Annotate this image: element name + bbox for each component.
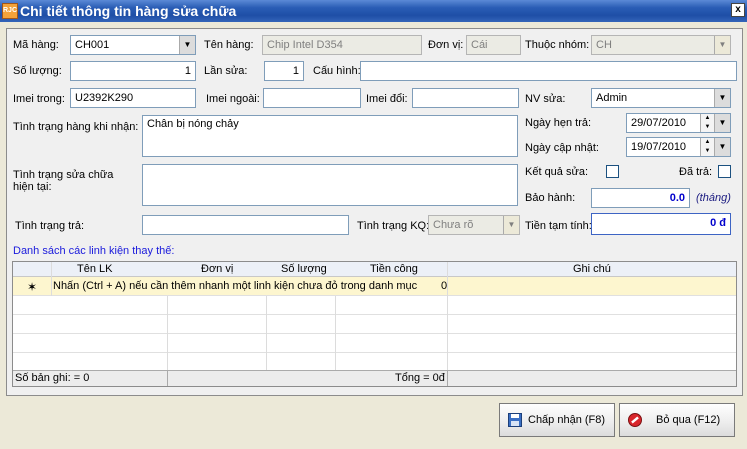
tinh-trang-kq-value: Chưa rõ xyxy=(433,219,474,231)
spinner-icon[interactable]: ▲ ▼ xyxy=(700,114,714,132)
window-title: Chi tiết thông tin hàng sửa chữa xyxy=(20,3,237,19)
cancel-button[interactable]: Bỏ qua (F12) xyxy=(619,403,735,437)
no-entry-icon xyxy=(628,413,642,427)
ma-hang-select[interactable]: CH001 ▼ xyxy=(70,35,196,55)
chevron-down-icon: ▼ xyxy=(503,216,519,234)
ket-qua-sua-label: Kết quả sửa: xyxy=(525,166,589,178)
imei-ngoai-input[interactable] xyxy=(263,88,361,108)
nv-sua-value: Admin xyxy=(596,92,628,104)
cau-hinh-input[interactable] xyxy=(360,61,737,81)
floppy-disk-icon xyxy=(508,413,522,427)
tinh-trang-sua-label: Tình trạng sửa chữa hiện tại: xyxy=(13,169,114,193)
thuoc-nhom-select: CH ▼ xyxy=(591,35,731,55)
footer-divider xyxy=(167,371,168,386)
ngay-cap-nhat-value: 19/07/2010 xyxy=(631,141,687,153)
chevron-down-icon[interactable]: ▼ xyxy=(714,89,730,107)
don-vi-label: Đơn vị: xyxy=(428,39,464,51)
column-header-so-luong[interactable]: Số lượng xyxy=(281,263,327,275)
grid-divider xyxy=(335,296,336,371)
new-row[interactable]: ✶ Nhấn (Ctrl + A) nếu cần thêm nhanh một… xyxy=(13,277,736,296)
column-header-ten-lk[interactable]: Tên LK xyxy=(77,263,112,275)
record-count: Số bản ghi: = 0 xyxy=(15,372,90,384)
don-vi-field: Cái xyxy=(466,35,521,55)
footer-divider xyxy=(447,371,448,386)
title-bar: RJC Chi tiết thông tin hàng sửa chữa x xyxy=(0,0,747,22)
ma-hang-value: CH001 xyxy=(75,39,110,51)
tien-tam-tinh-field: 0 đ xyxy=(591,213,731,235)
bao-hanh-input[interactable]: 0.0 xyxy=(591,188,690,208)
so-luong-label: Số lượng: xyxy=(13,65,62,77)
tinh-trang-nhan-label: Tình trạng hàng khi nhận: xyxy=(13,121,139,133)
bao-hanh-unit: (tháng) xyxy=(696,192,731,204)
grid-divider xyxy=(447,262,448,371)
tinh-trang-nhan-textarea[interactable]: Chân bị nóng chảy xyxy=(142,115,518,157)
tinh-trang-kq-select: Chưa rõ ▼ xyxy=(428,215,520,235)
lan-sua-label: Lần sửa: xyxy=(204,65,248,77)
imei-trong-label: Imei trong: xyxy=(13,93,65,105)
tinh-trang-kq-label: Tình trạng KQ: xyxy=(357,220,430,232)
da-tra-label: Đã trả: xyxy=(679,166,713,178)
da-tra-checkbox[interactable] xyxy=(718,165,731,178)
grid-divider xyxy=(167,296,168,371)
ket-qua-sua-checkbox[interactable] xyxy=(606,165,619,178)
cau-hinh-label: Cấu hình: xyxy=(313,65,361,77)
grid-divider xyxy=(266,296,267,371)
chevron-down-icon[interactable]: ▼ xyxy=(714,138,730,156)
new-row-hint: Nhấn (Ctrl + A) nếu cần thêm nhanh một l… xyxy=(53,280,418,292)
column-header-don-vi[interactable]: Đơn vị xyxy=(201,263,233,275)
grid-divider xyxy=(51,262,52,296)
tinh-trang-tra-input[interactable] xyxy=(142,215,349,235)
nv-sua-select[interactable]: Admin ▼ xyxy=(591,88,731,108)
lan-sua-input[interactable]: 1 xyxy=(264,61,304,81)
spinner-icon[interactable]: ▲ ▼ xyxy=(700,138,714,156)
thuoc-nhom-value: CH xyxy=(596,39,612,51)
ma-hang-label: Mã hàng: xyxy=(13,39,59,51)
table-row[interactable] xyxy=(13,296,736,315)
app-logo-icon: RJC xyxy=(2,3,18,19)
tien-tam-tinh-label: Tiền tạm tính: xyxy=(525,220,592,232)
parts-grid[interactable]: Tên LK Đơn vị Số lượng Tiền công Ghi chú… xyxy=(12,261,737,387)
chevron-down-icon: ▼ xyxy=(714,36,730,54)
column-header-ghi-chu[interactable]: Ghi chú xyxy=(573,263,611,275)
grid-title: Danh sách các linh kiện thay thế: xyxy=(13,245,175,257)
chevron-down-icon[interactable]: ▼ xyxy=(179,36,195,54)
bao-hanh-label: Bảo hành: xyxy=(525,192,576,204)
new-row-asterisk-icon: ✶ xyxy=(27,280,38,294)
ngay-cap-nhat-label: Ngày cập nhật: xyxy=(525,142,599,154)
table-row[interactable] xyxy=(13,334,736,353)
so-luong-input[interactable]: 1 xyxy=(70,61,196,81)
ten-hang-label: Tên hàng: xyxy=(204,39,254,51)
close-button[interactable]: x xyxy=(731,3,745,17)
tinh-trang-sua-textarea[interactable] xyxy=(142,164,518,206)
table-row[interactable] xyxy=(13,315,736,334)
grid-header: Tên LK Đơn vị Số lượng Tiền công Ghi chú xyxy=(13,262,736,277)
accept-button-label: Chấp nhận (F8) xyxy=(528,414,606,426)
ngay-hen-tra-label: Ngày hẹn trả: xyxy=(525,117,592,129)
grid-footer: Số bản ghi: = 0 Tổng = 0đ xyxy=(13,370,736,386)
main-panel: Mã hàng: CH001 ▼ Tên hàng: Chip Intel D3… xyxy=(6,28,743,396)
ngay-cap-nhat-picker[interactable]: 19/07/2010 ▲ ▼ ▼ xyxy=(626,137,731,157)
accept-button[interactable]: Chấp nhận (F8) xyxy=(499,403,615,437)
tinh-trang-tra-label: Tình trạng trả: xyxy=(15,220,85,232)
imei-ngoai-label: Imei ngoài: xyxy=(206,93,260,105)
ten-hang-field: Chip Intel D354 xyxy=(262,35,422,55)
chevron-down-icon[interactable]: ▼ xyxy=(714,114,730,132)
imei-trong-input[interactable]: U2392K290 xyxy=(70,88,196,108)
imei-doi-label: Imei đổi: xyxy=(366,93,408,105)
footer-total: Tổng = 0đ xyxy=(395,372,445,384)
ngay-hen-tra-picker[interactable]: 29/07/2010 ▲ ▼ ▼ xyxy=(626,113,731,133)
cancel-button-label: Bỏ qua (F12) xyxy=(656,414,721,426)
imei-doi-input[interactable] xyxy=(412,88,519,108)
thuoc-nhom-label: Thuộc nhóm: xyxy=(525,39,590,51)
ngay-hen-tra-value: 29/07/2010 xyxy=(631,117,687,129)
nv-sua-label: NV sửa: xyxy=(525,93,566,105)
column-header-tien-cong[interactable]: Tiền công xyxy=(370,263,418,275)
